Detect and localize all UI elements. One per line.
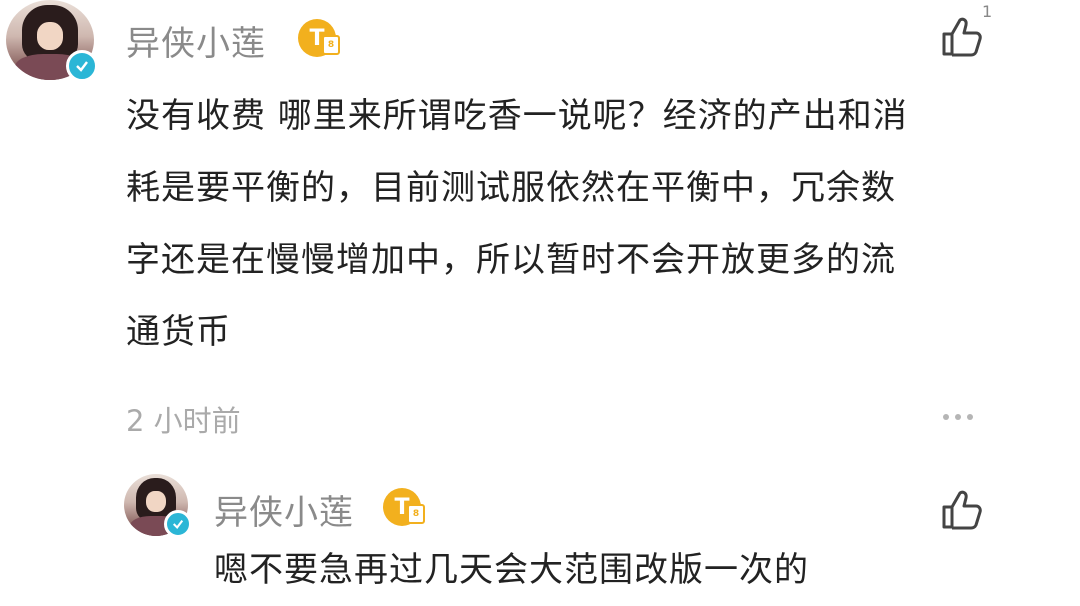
comment-line: 没有收费 哪里来所谓吃香一说呢？经济的产出和消 bbox=[126, 96, 908, 136]
reply-username[interactable]: 异侠小莲 bbox=[214, 485, 354, 534]
comment-line: 字还是在慢慢增加中，所以暂时不会开放更多的流 bbox=[126, 240, 896, 280]
comment-body: 没有收费 哪里来所谓吃香一说呢？经济的产出和消 耗是要平衡的，目前测试服依然在平… bbox=[126, 80, 1026, 368]
reply-avatar[interactable] bbox=[124, 474, 192, 538]
like-count: 1 bbox=[982, 2, 993, 21]
level-badge-icon: T 8 bbox=[383, 488, 425, 526]
more-dots-icon[interactable] bbox=[943, 414, 973, 420]
timestamp: 2 小时前 bbox=[126, 404, 241, 438]
comment-line: 耗是要平衡的，目前测试服依然在平衡中，冗余数 bbox=[126, 168, 896, 208]
verified-check-icon bbox=[66, 50, 98, 82]
username[interactable]: 异侠小莲 bbox=[126, 16, 266, 65]
avatar[interactable] bbox=[6, 0, 98, 82]
comment-line: 通货币 bbox=[126, 312, 231, 352]
verified-check-icon bbox=[164, 510, 192, 538]
thumbs-up-icon[interactable] bbox=[940, 14, 984, 58]
level-badge-icon: T 8 bbox=[298, 19, 340, 57]
thumbs-up-icon[interactable] bbox=[940, 487, 984, 531]
reply-body: 嗯不要急再过几天会大范围改版一次的 bbox=[214, 550, 809, 590]
